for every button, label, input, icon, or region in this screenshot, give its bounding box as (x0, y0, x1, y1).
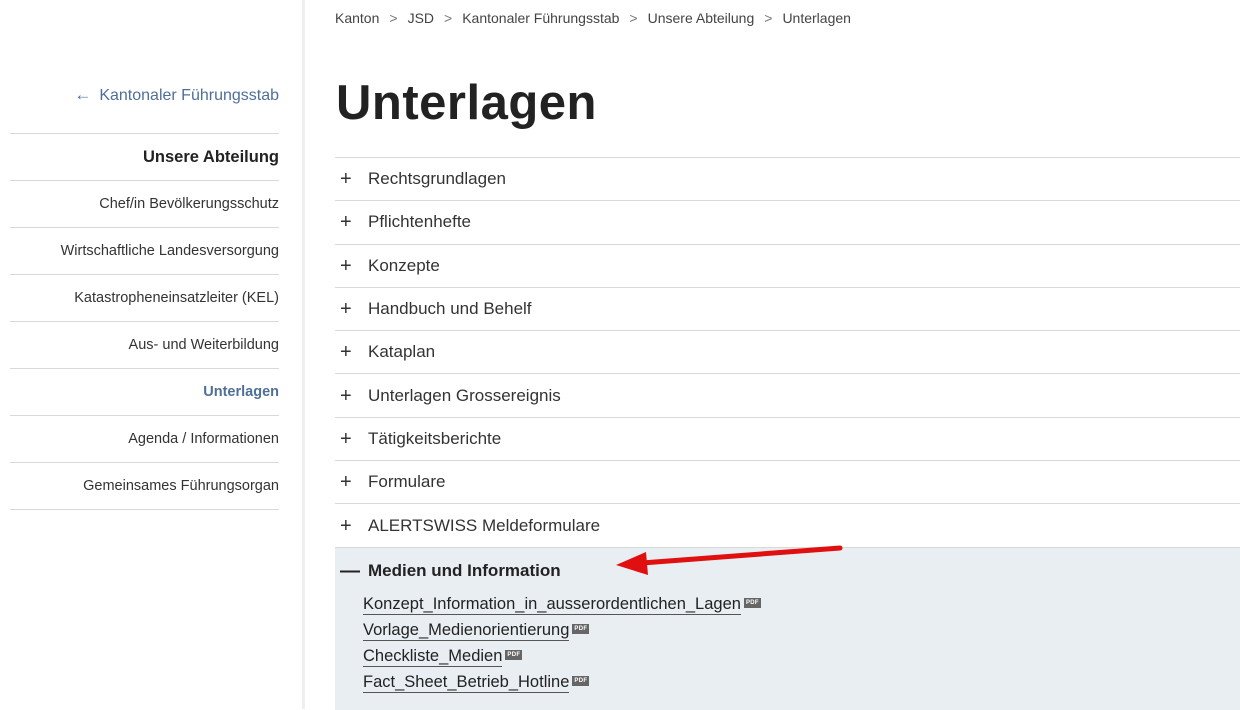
plus-icon: + (340, 384, 352, 407)
breadcrumb-item-jsd[interactable]: JSD (408, 10, 434, 26)
document-link[interactable]: Fact_Sheet_Betrieb_Hotline (363, 673, 570, 693)
sidebar-item-label: Aus- und Weiterbildung (128, 337, 279, 353)
accordion-item-label: Konzepte (368, 255, 440, 275)
accordion-item-label: Unterlagen Grossereignis (368, 385, 561, 405)
plus-icon: + (340, 471, 352, 494)
breadcrumb: Kanton > JSD > Kantonaler Führungsstab > Unser… (335, 10, 851, 26)
accordion-item-kataplan[interactable]: + Kataplan (335, 331, 1240, 375)
plus-icon: + (340, 427, 352, 450)
accordion-item-label: Tätigkeitsberichte (368, 428, 502, 448)
sidebar-nav: Unsere Abteilung Chef/in Bevölkerungssch… (10, 133, 279, 510)
back-link[interactable]: ← Kantonaler Führungsstab (74, 85, 279, 105)
sidebar-item-fuehrungsorgan[interactable]: Gemeinsames Führungsorgan (10, 463, 279, 510)
sidebar-item-label: Unterlagen (203, 384, 279, 400)
pdf-icon: PDF (505, 649, 523, 660)
accordion-item-konzepte[interactable]: + Konzepte (335, 245, 1240, 288)
list-item: Vorlage_Medienorientierung PDF (363, 618, 1240, 644)
accordion-item-formulare[interactable]: + Formulare (335, 461, 1240, 505)
accordion-item-label: Rechtsgrundlagen (368, 169, 506, 189)
breadcrumb-separator: > (629, 10, 638, 26)
breadcrumb-item-fuehrungsstab[interactable]: Kantonaler Führungsstab (462, 10, 619, 26)
accordion-item-alertswiss[interactable]: + ALERTSWISS Meldeformulare (335, 504, 1240, 548)
accordion-item-label: Kataplan (368, 342, 436, 362)
arrow-left-icon: ← (74, 85, 92, 104)
breadcrumb-item-current: Unterlagen (782, 10, 851, 26)
accordion-item-grossereignis[interactable]: + Unterlagen Grossereignis (335, 374, 1240, 418)
sidebar-item-kel[interactable]: Katastropheneinsatzleiter (KEL) (10, 275, 279, 322)
pdf-icon: PDF (572, 623, 590, 634)
back-link-label: Kantonaler Führungsstab (99, 87, 279, 104)
sidebar-item-label: Wirtschaftliche Landesversorgung (60, 243, 279, 259)
list-item: Konzept_Information_in_ausserordentliche… (363, 592, 1240, 618)
pdf-icon: PDF (743, 597, 761, 608)
accordion-item-label: Formulare (368, 472, 446, 492)
accordion-item-label: ALERTSWISS Meldeformulare (368, 515, 601, 535)
documents-accordion: + Rechtsgrundlagen + Pflichtenhefte + Konze… (335, 157, 1240, 710)
vertical-divider (302, 0, 305, 709)
document-list: Konzept_Information_in_ausserordentliche… (335, 592, 1240, 696)
sidebar-item-label: Unsere Abteilung (143, 147, 279, 166)
plus-icon: + (340, 168, 352, 191)
accordion-item-medien-expanded: — Medien und Information Konzept_Informat… (335, 547, 1240, 710)
document-link[interactable]: Vorlage_Medienorientierung (363, 621, 570, 641)
sidebar-item-chef-bevoelkerungsschutz[interactable]: Chef/in Bevölkerungsschutz (10, 181, 279, 228)
accordion-item-label: Medien und Information (368, 560, 561, 580)
plus-icon: + (340, 298, 352, 321)
sidebar-item-label: Gemeinsames Führungsorgan (83, 478, 279, 494)
accordion-item-rechtsgrundlagen[interactable]: + Rechtsgrundlagen (335, 158, 1240, 202)
plus-icon: + (340, 211, 352, 234)
list-item: Checkliste_Medien PDF (363, 644, 1240, 670)
accordion-item-handbuch[interactable]: + Handbuch und Behelf (335, 288, 1240, 332)
document-link[interactable]: Checkliste_Medien (363, 647, 503, 667)
plus-icon: + (340, 514, 352, 537)
sidebar-item-agenda[interactable]: Agenda / Informationen (10, 416, 279, 463)
page-title: Unterlagen (336, 76, 597, 130)
breadcrumb-item-kanton[interactable]: Kanton (335, 10, 379, 26)
sidebar-item-unterlagen[interactable]: Unterlagen (10, 369, 279, 416)
accordion-item-medien-header[interactable]: — Medien und Information (335, 560, 1240, 582)
accordion-item-pflichtenhefte[interactable]: + Pflichtenhefte (335, 201, 1240, 245)
breadcrumb-separator: > (389, 10, 398, 26)
sidebar-item-label: Katastropheneinsatzleiter (KEL) (74, 290, 279, 306)
breadcrumb-item-abteilung[interactable]: Unsere Abteilung (648, 10, 755, 26)
accordion-item-label: Pflichtenhefte (368, 212, 472, 232)
sidebar-item-label: Agenda / Informationen (128, 431, 279, 447)
accordion-item-taetigkeitsberichte[interactable]: + Tätigkeitsberichte (335, 418, 1240, 462)
plus-icon: + (340, 341, 352, 364)
sidebar-heading-unsere-abteilung[interactable]: Unsere Abteilung (10, 134, 279, 181)
plus-icon: + (340, 254, 352, 277)
document-link[interactable]: Konzept_Information_in_ausserordentliche… (363, 595, 741, 615)
sidebar-item-landesversorgung[interactable]: Wirtschaftliche Landesversorgung (10, 228, 279, 275)
sidebar-item-weiterbildung[interactable]: Aus- und Weiterbildung (10, 322, 279, 369)
minus-icon: — (340, 559, 360, 582)
pdf-icon: PDF (572, 675, 590, 686)
breadcrumb-separator: > (444, 10, 453, 26)
list-item: Fact_Sheet_Betrieb_Hotline PDF (363, 670, 1240, 696)
accordion-item-label: Handbuch und Behelf (368, 299, 532, 319)
breadcrumb-separator: > (764, 10, 773, 26)
sidebar-item-label: Chef/in Bevölkerungsschutz (99, 196, 279, 212)
